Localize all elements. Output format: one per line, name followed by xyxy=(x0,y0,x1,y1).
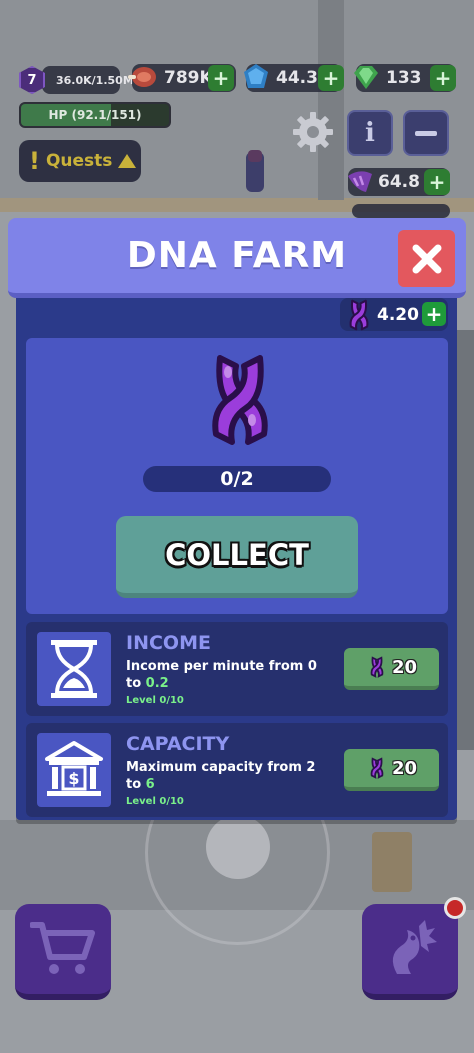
purple-resource-plus-button[interactable]: + xyxy=(424,169,450,195)
storage-progress-bar: 0/2 xyxy=(143,466,331,492)
income-level: Level 0/10 xyxy=(126,695,184,706)
close-button[interactable] xyxy=(398,230,455,287)
info-icon: i xyxy=(365,118,375,148)
minus-icon xyxy=(415,130,437,136)
npc-head xyxy=(248,150,262,162)
storage-progress-text: 0/2 xyxy=(220,468,254,490)
modal-title: DNA FARM xyxy=(126,235,348,276)
dna-icon xyxy=(212,355,268,445)
gear-icon[interactable] xyxy=(291,110,335,154)
hp-text: HP (92.1/151) xyxy=(48,108,142,122)
dna-balance-value: 4.20 xyxy=(377,305,419,325)
meat-plus-button[interactable]: + xyxy=(208,65,234,91)
cart-icon xyxy=(30,922,95,974)
capacity-upgrade-card: $ CAPACITY Maximum capacity from 2 to 6 … xyxy=(26,723,448,817)
bank-icon-tile: $ xyxy=(37,733,111,807)
hp-bar: HP (92.1/151) xyxy=(19,102,171,128)
income-cost: 20 xyxy=(391,656,418,678)
meat-icon xyxy=(128,67,156,87)
income-description: Income per minute from 0 to 0.2 xyxy=(126,658,326,692)
dna-plus-button[interactable]: + xyxy=(422,302,446,326)
income-upgrade-button[interactable]: 20 xyxy=(344,648,439,690)
pillar xyxy=(318,0,344,200)
xp-text: 36.0K/1.50M xyxy=(56,73,134,87)
crate xyxy=(372,832,412,892)
collect-button[interactable]: COLLECT xyxy=(116,516,358,598)
xp-counter: 36.0K/1.50M xyxy=(42,66,134,94)
level-number: 7 xyxy=(27,72,37,88)
dna-balance: 4.20 + xyxy=(340,298,448,331)
capacity-title: CAPACITY xyxy=(126,733,230,755)
income-upgrade-card: INCOME Income per minute from 0 to 0.2 L… xyxy=(26,622,448,716)
capacity-upgrade-button[interactable]: 20 xyxy=(344,749,439,791)
minimize-button[interactable] xyxy=(403,110,449,156)
green-gem-plus-button[interactable]: + xyxy=(430,65,456,91)
collect-label: COLLECT xyxy=(165,537,309,572)
blue-gem-plus-button[interactable]: + xyxy=(318,65,344,91)
notification-dot xyxy=(444,897,466,919)
income-desc-value: 0.2 xyxy=(145,676,169,691)
capacity-cost: 20 xyxy=(391,757,418,779)
caret-up-icon xyxy=(118,154,137,168)
creature-button[interactable] xyxy=(362,904,458,1000)
exclamation-icon: ! xyxy=(29,147,40,175)
close-icon xyxy=(412,244,441,273)
shop-button[interactable] xyxy=(15,904,111,1000)
quests-label: Quests xyxy=(45,151,113,171)
hidden-resource-counter xyxy=(352,204,450,218)
income-title: INCOME xyxy=(126,632,211,654)
blue-gem-icon xyxy=(244,64,268,88)
hourglass-icon-tile xyxy=(37,632,111,706)
dna-icon xyxy=(370,757,384,779)
capacity-desc-value: 6 xyxy=(145,777,155,792)
svg-text:$: $ xyxy=(68,769,79,788)
hourglass-icon xyxy=(51,640,97,698)
info-button[interactable]: i xyxy=(347,110,393,156)
dna-icon xyxy=(370,656,384,678)
green-gem-icon xyxy=(354,66,378,89)
joystick-knob[interactable] xyxy=(206,815,270,879)
capacity-description: Maximum capacity from 2 to 6 xyxy=(126,759,326,793)
purple-claw-icon xyxy=(348,171,372,192)
dna-icon xyxy=(349,299,369,331)
bank-icon: $ xyxy=(45,741,103,796)
capacity-level: Level 0/10 xyxy=(126,796,184,807)
dragon-icon xyxy=(392,920,437,974)
quests-button[interactable]: ! Quests xyxy=(19,140,141,182)
